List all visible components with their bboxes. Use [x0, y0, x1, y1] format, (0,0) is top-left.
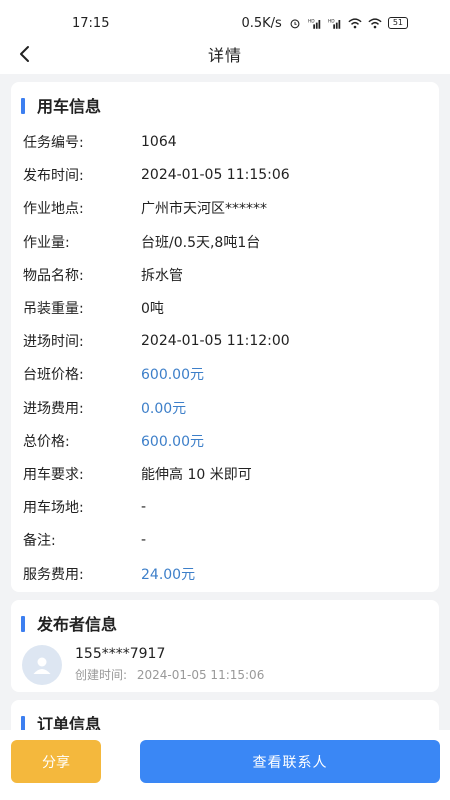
- share-button[interactable]: 分享: [11, 740, 101, 783]
- svg-text:HD: HD: [308, 18, 315, 24]
- publisher-phone: 155****7917: [75, 646, 166, 662]
- created-value: 2024-01-05 11:15:06: [136, 668, 265, 682]
- vehicle-info-card: 用车信息 任务编号: 1064 发布时间: 2024-01-05 11:15:06 作业…: [11, 82, 439, 592]
- info-value: 0吨: [141, 301, 164, 317]
- info-value: 1064: [141, 134, 177, 150]
- info-row: 作业量: 台班/0.5天,8吨1台: [23, 232, 260, 252]
- wifi-icon: [368, 17, 382, 28]
- signal-icon: HD: [328, 18, 341, 29]
- created-label: 创建时间:: [75, 668, 128, 682]
- nav-bar: 详情: [0, 34, 450, 74]
- info-row: 备注: -: [23, 530, 146, 550]
- info-label: 用车场地:: [23, 500, 84, 517]
- info-label: 用车要求:: [23, 467, 84, 483]
- info-value: 600.00元: [141, 367, 204, 384]
- info-value: 广州市天河区******: [141, 201, 267, 218]
- info-row: 服务费用: 24.00元: [23, 564, 195, 584]
- chevron-left-icon: [20, 46, 29, 62]
- user-icon: [33, 657, 51, 674]
- info-row: 物品名称: 拆水管: [23, 265, 183, 285]
- avatar: [22, 645, 62, 685]
- info-label: 任务编号:: [23, 135, 84, 151]
- info-value: 台班/0.5天,8吨1台: [141, 234, 261, 251]
- info-value: -: [141, 499, 147, 516]
- wifi-icon: [348, 17, 362, 28]
- alarm-icon: [290, 18, 300, 28]
- info-row: 任务编号: 1064: [23, 132, 177, 152]
- info-value: 能伸高 10 米即可: [141, 467, 252, 483]
- info-row: 总价格: 600.00元: [23, 431, 204, 451]
- info-value: 2024-01-05 11:12:00: [141, 333, 290, 350]
- info-value: 2024-01-05 11:15:06: [141, 167, 290, 184]
- info-label: 作业地点:: [23, 201, 84, 218]
- info-label: 备注:: [23, 533, 56, 550]
- info-value: 24.00元: [141, 566, 196, 583]
- order-info-card: 订单信息: [11, 700, 439, 730]
- info-label: 进场时间:: [23, 334, 84, 351]
- info-row: 吊装重量: 0吨: [23, 298, 164, 318]
- card-title: 发布者信息: [11, 600, 439, 646]
- info-label: 作业量:: [23, 234, 70, 251]
- card-title: 订单信息: [11, 700, 439, 730]
- info-value: 拆水管: [141, 267, 183, 284]
- detail-content[interactable]: 用车信息 任务编号: 1064 发布时间: 2024-01-05 11:15:06 作业…: [0, 74, 450, 730]
- info-label: 发布时间:: [23, 168, 84, 185]
- info-label: 进场费用:: [23, 400, 84, 417]
- publisher-info-card: 发布者信息 155****7917 创建时间: 2024-01-05 11:15…: [11, 600, 439, 692]
- info-value: -: [141, 532, 147, 549]
- card-title: 用车信息: [11, 82, 439, 128]
- status-icons: 0.5K/s HD HD 51: [241, 16, 408, 31]
- info-row: 作业地点: 广州市天河区******: [23, 198, 267, 218]
- info-label: 吊装重量:: [23, 301, 84, 317]
- view-contact-button[interactable]: 查看联系人: [140, 740, 440, 783]
- signal-icon: HD: [308, 18, 321, 29]
- info-label: 台班价格:: [23, 367, 84, 384]
- info-row: 用车场地: -: [23, 497, 146, 517]
- battery-icon: 51: [387, 17, 408, 29]
- status-time: 17:15: [72, 15, 110, 31]
- info-row: 用车要求: 能伸高 10 米即可: [23, 464, 252, 484]
- info-value: 600.00元: [141, 433, 204, 450]
- publisher-created-time: 创建时间: 2024-01-05 11:15:06: [75, 666, 264, 683]
- info-label: 服务费用:: [23, 566, 84, 583]
- back-button[interactable]: [12, 42, 36, 66]
- info-row: 进场费用: 0.00元: [23, 398, 186, 418]
- info-row: 进场时间: 2024-01-05 11:12:00: [23, 331, 290, 351]
- info-value: 0.00元: [141, 400, 187, 417]
- svg-text:HD: HD: [328, 18, 335, 24]
- info-row: 发布时间: 2024-01-05 11:15:06: [23, 165, 290, 185]
- bottom-action-bar: 分享 查看联系人: [0, 730, 450, 800]
- info-row: 台班价格: 600.00元: [23, 364, 204, 384]
- info-label: 总价格:: [23, 433, 70, 450]
- network-speed: 0.5K/s: [241, 15, 282, 31]
- page-title: 详情: [207, 46, 242, 65]
- info-label: 物品名称:: [23, 267, 84, 284]
